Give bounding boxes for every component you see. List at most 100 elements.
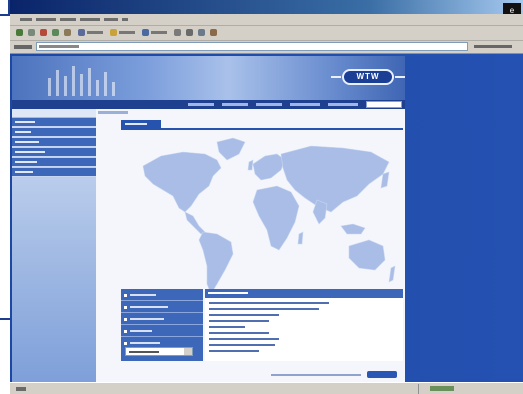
page-viewport[interactable]: WTW xyxy=(10,54,523,382)
address-line xyxy=(209,308,319,310)
home-button[interactable] xyxy=(64,29,71,37)
address-line xyxy=(209,338,279,340)
refresh-button[interactable] xyxy=(52,29,59,37)
print-icon xyxy=(186,29,193,36)
stop-button[interactable] xyxy=(40,29,47,37)
website: WTW xyxy=(12,56,405,382)
content-title xyxy=(121,120,161,128)
bullet-icon xyxy=(124,318,127,321)
address-line xyxy=(209,320,269,322)
print-button[interactable] xyxy=(186,29,193,37)
south-america-region xyxy=(198,231,234,295)
contact-link[interactable] xyxy=(121,313,203,325)
header-decoration xyxy=(48,62,138,96)
site-footer xyxy=(121,367,403,382)
history-button[interactable] xyxy=(142,29,167,37)
browser-window: e WTW xyxy=(10,0,523,394)
topnav-item[interactable] xyxy=(188,103,214,106)
stop-icon xyxy=(40,29,47,36)
indonesia-region xyxy=(340,223,366,235)
address-line[interactable] xyxy=(209,350,259,352)
topnav-item[interactable] xyxy=(290,103,320,106)
menu-bar xyxy=(10,14,523,26)
menu-help[interactable] xyxy=(122,16,128,23)
menu-file[interactable] xyxy=(20,16,32,23)
wtw-logo[interactable]: WTW xyxy=(331,69,405,85)
country-select[interactable] xyxy=(125,347,193,356)
contact-link[interactable] xyxy=(121,301,203,313)
contact-address xyxy=(205,289,403,361)
menu-edit[interactable] xyxy=(36,16,56,23)
home-icon xyxy=(64,29,71,36)
address-input[interactable] xyxy=(36,42,468,51)
discuss-button[interactable] xyxy=(210,29,217,37)
top-navigation xyxy=(12,100,405,109)
address-line xyxy=(209,302,329,304)
address-bar xyxy=(10,41,523,54)
breadcrumb xyxy=(98,111,128,114)
address-line xyxy=(209,314,279,316)
sidebar-item[interactable] xyxy=(12,138,96,147)
sidebar-item[interactable] xyxy=(12,128,96,137)
contact-link[interactable] xyxy=(121,289,203,301)
menu-favorites[interactable] xyxy=(80,16,100,23)
footer-logo[interactable] xyxy=(367,371,397,378)
edit-icon xyxy=(198,29,205,36)
menu-tools[interactable] xyxy=(104,16,118,23)
search-button[interactable] xyxy=(78,29,103,37)
bullet-icon xyxy=(124,330,127,333)
forward-button[interactable] xyxy=(28,29,35,37)
africa-region xyxy=(252,185,300,251)
favorites-button[interactable] xyxy=(110,29,135,37)
asia-region xyxy=(280,145,390,213)
forward-arrow-icon xyxy=(28,29,35,36)
mail-button[interactable] xyxy=(174,29,181,37)
central-america-region xyxy=(184,211,206,235)
north-america-region xyxy=(142,151,222,213)
back-arrow-icon xyxy=(16,29,23,36)
links-button[interactable] xyxy=(474,43,519,51)
status-text xyxy=(16,387,26,391)
back-button[interactable] xyxy=(16,29,23,37)
footer-text xyxy=(271,374,361,376)
status-bar xyxy=(10,382,523,394)
sidebar-item[interactable] xyxy=(12,158,96,167)
new-zealand-region xyxy=(388,265,396,283)
contact-panel xyxy=(121,289,403,382)
sidebar-heading xyxy=(12,109,96,118)
history-icon xyxy=(142,29,149,36)
greenland-region xyxy=(216,137,246,161)
edit-button[interactable] xyxy=(198,29,205,37)
address-line xyxy=(209,344,275,346)
europe-region xyxy=(252,153,286,181)
search-icon xyxy=(78,29,85,36)
topnav-item[interactable] xyxy=(256,103,282,106)
contact-links xyxy=(121,289,203,361)
toolbar xyxy=(10,26,523,41)
bullet-icon xyxy=(124,342,127,345)
madagascar-region xyxy=(297,231,304,245)
security-zone-icon xyxy=(430,386,454,391)
contact-link[interactable] xyxy=(121,325,203,337)
address-label xyxy=(14,45,32,49)
screen: e WTW xyxy=(0,0,523,394)
topnav-item[interactable] xyxy=(328,103,358,106)
chevron-down-icon xyxy=(184,348,192,355)
mail-icon xyxy=(174,29,181,36)
sidebar-item[interactable] xyxy=(12,148,96,157)
site-search-input[interactable] xyxy=(366,101,402,108)
address-line xyxy=(209,332,269,334)
australia-region xyxy=(348,239,386,271)
corner-mark xyxy=(0,0,10,16)
sidebar-item[interactable] xyxy=(12,118,96,127)
bullet-icon xyxy=(124,294,127,297)
menu-view[interactable] xyxy=(60,16,76,23)
sidebar-item[interactable] xyxy=(12,168,96,177)
status-divider xyxy=(418,384,419,394)
world-map[interactable] xyxy=(121,134,403,302)
address-line xyxy=(209,326,245,328)
title-bar[interactable] xyxy=(10,0,523,14)
site-header: WTW xyxy=(12,56,405,100)
topnav-item[interactable] xyxy=(222,103,248,106)
content-title-bar xyxy=(121,120,403,130)
